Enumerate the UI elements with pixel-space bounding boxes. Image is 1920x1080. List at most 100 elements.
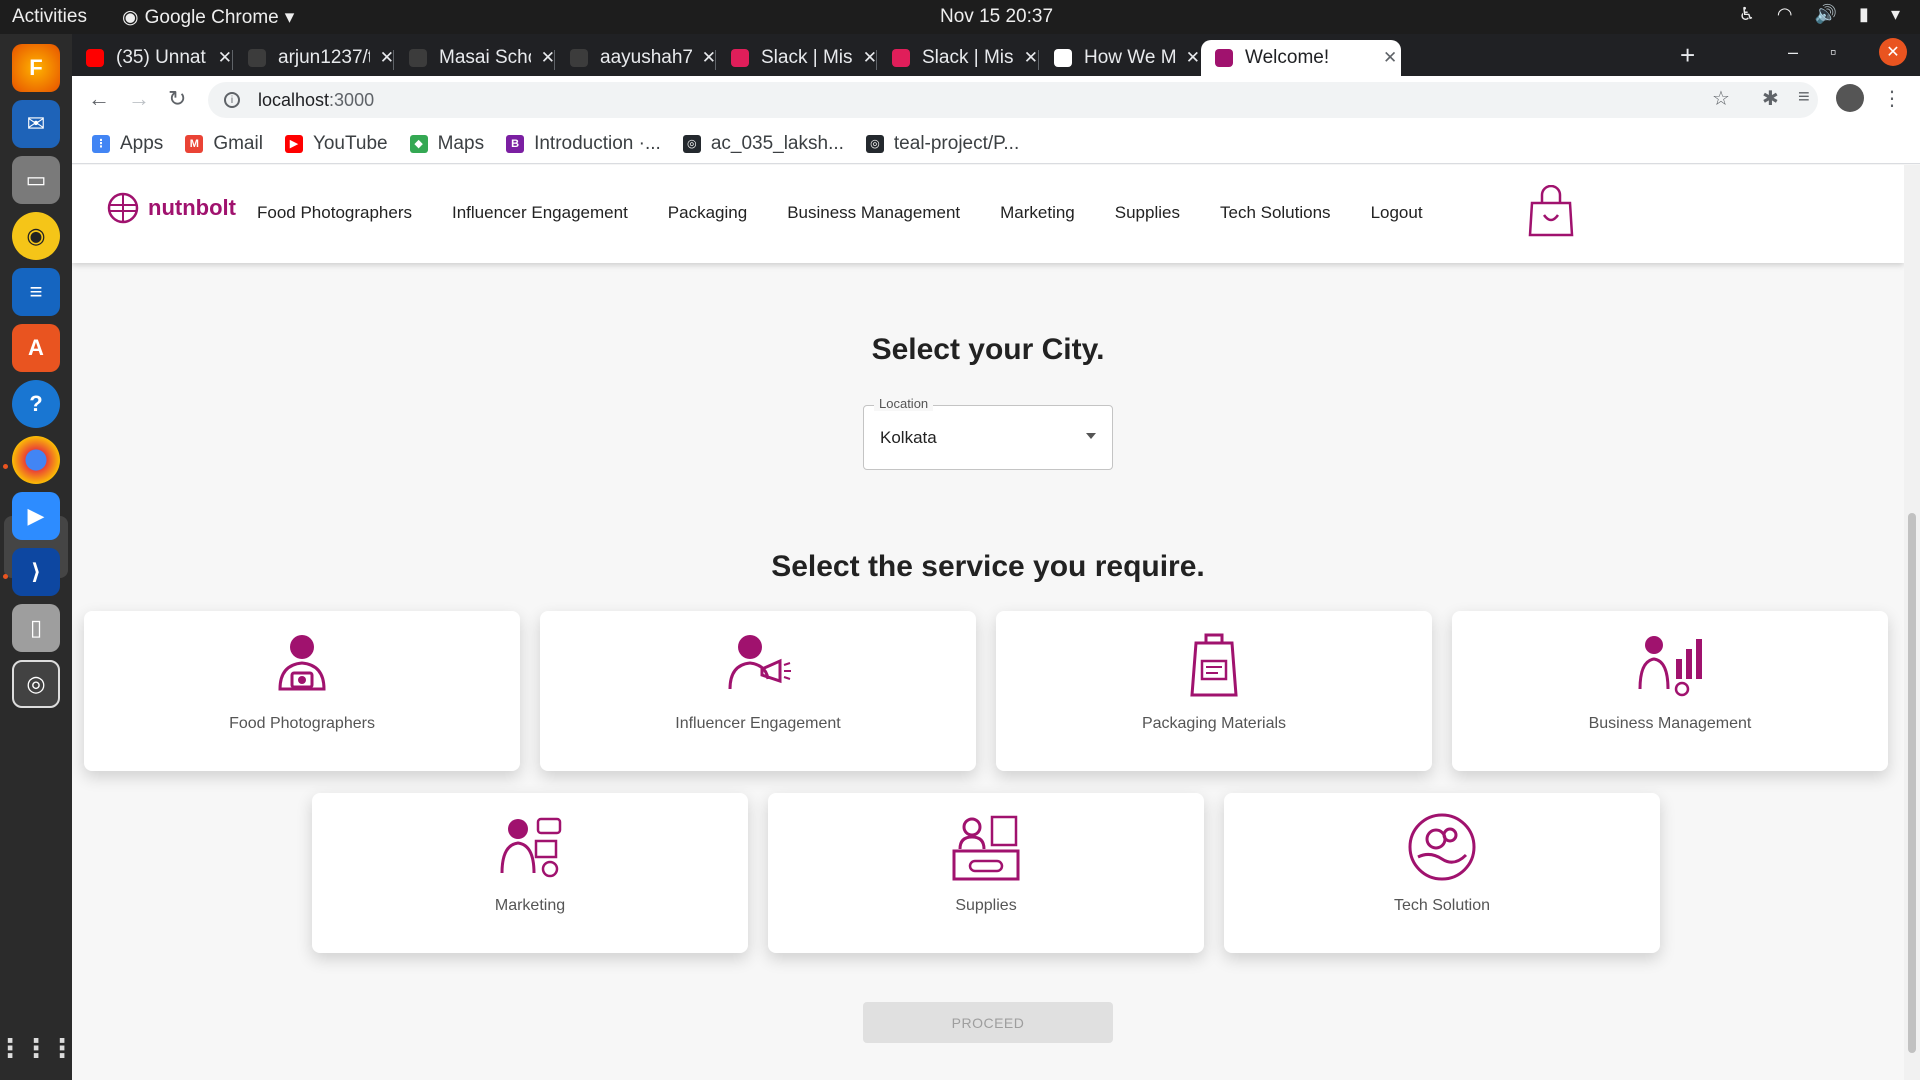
menu-icon[interactable]: ⋮ bbox=[1882, 86, 1902, 111]
files-icon[interactable]: ▭ bbox=[12, 156, 60, 204]
service-card[interactable]: Packaging Materials bbox=[996, 611, 1432, 771]
service-card[interactable]: Supplies bbox=[768, 793, 1204, 953]
photographer-icon bbox=[266, 629, 338, 701]
browser-tab[interactable]: aayushah711/ ✕ bbox=[556, 40, 716, 76]
restore-button[interactable]: ▫ bbox=[1830, 42, 1836, 63]
close-icon[interactable]: ✕ bbox=[541, 48, 555, 68]
browser-tab[interactable]: Slack | Misaal ✕ bbox=[878, 40, 1038, 76]
bookmark-label: ac_035_laksh... bbox=[710, 132, 844, 154]
media-icon[interactable]: ≡ bbox=[1798, 86, 1810, 109]
software-icon[interactable]: A bbox=[12, 324, 60, 372]
activities-button[interactable]: Activities bbox=[12, 6, 87, 28]
bookmark-star-icon[interactable]: ☆ bbox=[1712, 86, 1730, 111]
extensions-icon[interactable]: ✱ bbox=[1762, 86, 1779, 111]
new-tab-button[interactable]: + bbox=[1680, 40, 1695, 71]
github-icon bbox=[248, 49, 266, 67]
avatar[interactable] bbox=[1836, 84, 1864, 112]
nav-link[interactable]: Marketing bbox=[1000, 203, 1075, 223]
service-card[interactable]: Business Management bbox=[1452, 611, 1888, 771]
nav-link[interactable]: Supplies bbox=[1115, 203, 1180, 223]
thunderbird-icon[interactable]: ✉ bbox=[12, 100, 60, 148]
browser-tab[interactable]: (35) Unnat ✕ bbox=[72, 40, 232, 76]
tab-title: Slack | Misaal bbox=[761, 47, 853, 68]
gmail-icon: M bbox=[185, 134, 204, 153]
service-card[interactable]: Influencer Engagement bbox=[540, 611, 976, 771]
service-label: Supplies bbox=[955, 897, 1017, 914]
nav-link[interactable]: Packaging bbox=[668, 203, 747, 223]
proceed-button[interactable]: PROCEED bbox=[863, 1002, 1113, 1043]
bootstrap-icon: B bbox=[506, 134, 525, 153]
scrollbar-thumb[interactable] bbox=[1908, 513, 1916, 1053]
app-menu[interactable]: ◉ Google Chrome ▾ bbox=[122, 6, 294, 29]
close-icon[interactable]: ✕ bbox=[1383, 48, 1397, 68]
scrollbar[interactable] bbox=[1904, 165, 1920, 1080]
service-label: Packaging Materials bbox=[1141, 715, 1287, 732]
bookmark-label: Maps bbox=[437, 132, 485, 154]
slack-icon bbox=[731, 49, 749, 67]
back-button[interactable]: ← bbox=[88, 86, 110, 112]
reload-button[interactable]: ↻ bbox=[168, 86, 186, 112]
forward-button[interactable]: → bbox=[128, 86, 150, 112]
location-value: Kolkata bbox=[880, 428, 937, 447]
vscode-icon[interactable]: ⟩ bbox=[12, 548, 60, 596]
nav-link[interactable]: Influencer Engagement bbox=[452, 203, 628, 223]
tab-separator bbox=[232, 50, 233, 70]
service-card[interactable]: Marketing bbox=[312, 793, 748, 953]
running-indicator bbox=[3, 574, 8, 579]
nav-link[interactable]: Food Photographers bbox=[257, 203, 412, 223]
service-card[interactable]: Food Photographers bbox=[84, 611, 520, 771]
browser-tab[interactable]: Slack | Misaal ✕ bbox=[717, 40, 877, 76]
bookmark-item[interactable]: M Gmail bbox=[185, 133, 263, 155]
apps-grid-icon: ⋮ bbox=[92, 134, 110, 153]
close-icon[interactable]: ✕ bbox=[380, 48, 394, 68]
help-icon[interactable]: ? bbox=[12, 380, 60, 428]
service-card[interactable]: Tech Solution bbox=[1224, 793, 1660, 953]
address-bar[interactable]: i localhost:3000 bbox=[208, 82, 1818, 118]
browser-tab[interactable]: How We Mana ✕ bbox=[1040, 40, 1200, 76]
browser-tab[interactable]: Masai School ✕ bbox=[395, 40, 555, 76]
bookmark-item[interactable]: ◎ teal-project/P... bbox=[865, 133, 1019, 155]
screenshot-icon[interactable]: ◎ bbox=[12, 660, 60, 708]
shopping-bag-icon[interactable] bbox=[1526, 185, 1576, 239]
chrome-icon[interactable] bbox=[12, 436, 60, 484]
medium-icon bbox=[1054, 49, 1072, 67]
bookmark-item[interactable]: ◎ ac_035_laksh... bbox=[682, 132, 844, 155]
close-icon[interactable]: ✕ bbox=[863, 48, 877, 68]
bookmark-item[interactable]: ◆ Maps bbox=[409, 132, 485, 155]
chrome-small-icon: ◉ bbox=[122, 7, 139, 28]
rhythmbox-icon[interactable]: ◉ bbox=[12, 212, 60, 260]
browser-tab[interactable]: arjun1237/tri ✕ bbox=[234, 40, 394, 76]
clock[interactable]: Nov 15 20:37 bbox=[940, 6, 1053, 28]
writer-icon[interactable]: ≡ bbox=[12, 268, 60, 316]
close-icon[interactable]: ✕ bbox=[1024, 48, 1038, 68]
close-icon[interactable]: ✕ bbox=[218, 48, 232, 68]
toolbar: ← → ↻ i localhost:3000 ☆ ✱ ≡ ⋮ bbox=[72, 76, 1920, 124]
info-icon[interactable]: i bbox=[224, 92, 240, 108]
running-indicator bbox=[3, 464, 8, 469]
dock: F ✉ ▭ ◉ ≡ A ? ▶ ⟩ ▯ ◎ ⋮⋮⋮ bbox=[0, 34, 75, 1080]
page-viewport: nutnbolt Food Photographers Influencer En… bbox=[72, 165, 1904, 1080]
close-icon[interactable]: ✕ bbox=[1186, 48, 1200, 68]
location-label: Location bbox=[874, 396, 934, 411]
browser-tab[interactable]: Welcome! ✕ bbox=[1201, 40, 1401, 76]
zoom-icon[interactable]: ▶ bbox=[12, 492, 60, 540]
device-icon[interactable]: ▯ bbox=[12, 604, 60, 652]
bookmark-item[interactable]: ▶ YouTube bbox=[284, 133, 388, 155]
system-tray[interactable]: ♿ ◠ 🔊 ▮ ▾ bbox=[1739, 4, 1900, 25]
brand-logo[interactable]: nutnbolt bbox=[106, 191, 236, 225]
show-apps-icon[interactable]: ⋮⋮⋮ bbox=[0, 1024, 75, 1072]
bookmark-item[interactable]: B Introduction ·... bbox=[506, 133, 661, 155]
minimize-button[interactable]: – bbox=[1788, 42, 1798, 63]
brand-globe-icon bbox=[107, 192, 139, 224]
window-close-button[interactable]: ✕ bbox=[1879, 38, 1907, 66]
firefox-icon[interactable]: F bbox=[12, 44, 60, 92]
bookmark-item[interactable]: ⋮ Apps bbox=[92, 133, 163, 155]
location-select[interactable]: Location Kolkata bbox=[863, 396, 1113, 470]
supplies-icon bbox=[950, 811, 1022, 883]
nav-link[interactable]: Business Management bbox=[787, 203, 960, 223]
close-icon[interactable]: ✕ bbox=[702, 48, 716, 68]
github-icon bbox=[570, 49, 588, 67]
nav-link[interactable]: Logout bbox=[1371, 203, 1423, 223]
accessibility-icon[interactable]: ♿ bbox=[1739, 4, 1755, 25]
nav-link[interactable]: Tech Solutions bbox=[1220, 203, 1331, 223]
